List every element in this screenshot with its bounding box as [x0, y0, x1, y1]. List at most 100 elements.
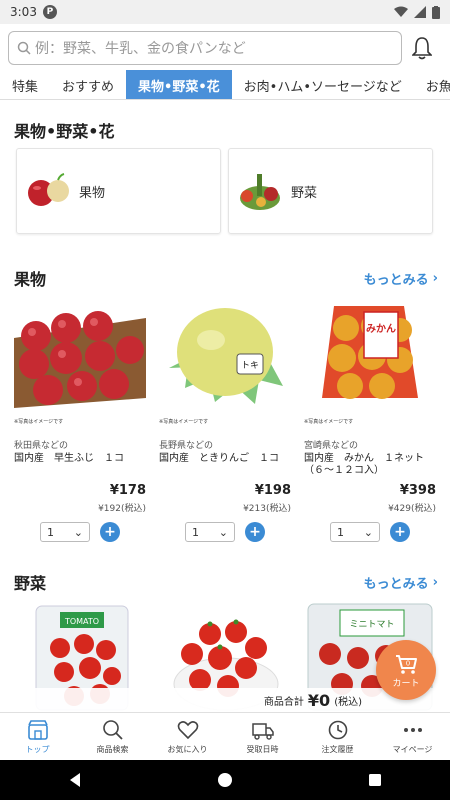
- cart-total-value: ¥0: [307, 690, 331, 710]
- product-price: ¥178: [109, 483, 146, 498]
- cart-icon: 0: [396, 654, 417, 674]
- search-icon: [17, 41, 31, 55]
- image-note: ※写真はイメージです: [304, 419, 354, 425]
- category-card-label: 野菜: [291, 185, 318, 201]
- quantity-value: 1: [47, 525, 54, 539]
- wifi-icon: [394, 6, 408, 17]
- search-row: 例：野菜、牛乳、金の食パンなど: [0, 30, 450, 66]
- quantity-select[interactable]: 1 ⌄: [185, 522, 235, 542]
- nav-label: 受取日時: [246, 744, 279, 754]
- notification-button[interactable]: [402, 36, 442, 60]
- recents-icon[interactable]: [367, 772, 383, 788]
- mikan-net-image: みかん: [322, 306, 418, 399]
- pack-tag-text: ミニトマト: [349, 620, 394, 630]
- nav-mypage[interactable]: マイページ: [375, 713, 450, 760]
- system-nav-bar: [0, 760, 450, 800]
- nav-top[interactable]: トップ: [0, 713, 75, 760]
- cart-button[interactable]: 0 カート: [376, 640, 436, 700]
- nav-favorites[interactable]: お気に入り: [150, 713, 225, 760]
- product-image: [14, 298, 146, 416]
- chevron-down-icon: ⌄: [218, 525, 228, 539]
- add-to-cart-button[interactable]: +: [100, 522, 120, 542]
- main-content: 果物•野菜•花 果物 野菜 果物 もっとみる › ※写真はイメージです 秋田県な…: [0, 100, 450, 712]
- product-price: ¥198: [254, 483, 291, 498]
- chevron-down-icon: ⌄: [73, 525, 83, 539]
- product-controls: 1 ⌄ +: [304, 522, 436, 542]
- product-image: みかん: [304, 298, 436, 416]
- nav-label: トップ: [25, 744, 50, 754]
- search-input[interactable]: 例：野菜、牛乳、金の食パンなど: [8, 31, 402, 65]
- signal-icon: [414, 6, 426, 18]
- bell-icon: [412, 37, 432, 60]
- search-placeholder: 例：野菜、牛乳、金の食パンなど: [35, 41, 246, 57]
- more-link-label: もっとみる: [363, 576, 429, 592]
- quantity-select[interactable]: 1 ⌄: [330, 522, 380, 542]
- product-controls: 1 ⌄ +: [14, 522, 146, 542]
- pack-tag-text: TOMATO: [64, 617, 99, 626]
- veg-section-title: 野菜: [14, 574, 47, 593]
- category-card-fruit[interactable]: 果物: [16, 148, 221, 234]
- nav-search[interactable]: 商品検索: [75, 713, 150, 760]
- add-to-cart-button[interactable]: +: [245, 522, 265, 542]
- product-price: ¥398: [399, 483, 436, 498]
- nav-label: マイページ: [392, 744, 433, 754]
- category-card-vegetables[interactable]: 野菜: [228, 148, 433, 234]
- product-price-tax: ¥192(税込): [98, 504, 146, 514]
- more-link-label: もっとみる: [363, 272, 429, 288]
- tab-fruit-veg-flowers[interactable]: 果物•野菜•花: [126, 70, 232, 99]
- product-name: 国内産 みかん １ネット（６～１２コ入）: [304, 453, 424, 476]
- vegetables-image: [240, 174, 280, 210]
- nav-label: 注文履歴: [321, 744, 354, 754]
- veg-more-link[interactable]: もっとみる ›: [364, 573, 438, 592]
- cart-tax-label: (税込): [334, 696, 362, 708]
- product-card[interactable]: みかん ※写真はイメージです 宮崎県などの 国内産 みかん １ネット（６～１２コ…: [304, 298, 436, 542]
- product-origin: 秋田県などの: [14, 441, 69, 451]
- clock: 3:03: [10, 5, 37, 19]
- apple-tag-text: トキ: [241, 361, 259, 371]
- nav-label: お気に入り: [167, 744, 208, 754]
- product-controls: 1 ⌄ +: [159, 522, 291, 542]
- nav-label: 商品検索: [96, 744, 129, 754]
- yellow-apple-image: トキ: [169, 308, 283, 404]
- page-title: 果物•野菜•花: [14, 122, 115, 141]
- product-card[interactable]: ※写真はイメージです 秋田県などの 国内産 早生ふじ １コ ¥178 ¥192(…: [14, 298, 146, 542]
- mikan-tag-text: みかん: [366, 323, 396, 335]
- veg-section-header: 野菜 もっとみる ›: [14, 570, 438, 594]
- search-icon: [102, 719, 123, 740]
- more-icon: [403, 727, 422, 732]
- truck-icon: [251, 722, 274, 740]
- product-image: トキ: [159, 298, 291, 416]
- quantity-value: 1: [337, 525, 344, 539]
- chevron-right-icon: ›: [432, 574, 438, 590]
- bottom-nav: トップ 商品検索 お気に入り 受取日時 注文履歴 マイページ: [0, 712, 450, 760]
- product-name: 国内産 早生ふじ １コ: [14, 453, 124, 464]
- chevron-down-icon: ⌄: [363, 525, 373, 539]
- image-note: ※写真はイメージです: [159, 419, 209, 425]
- battery-icon: [432, 5, 440, 19]
- fruit-section-header: 果物 もっとみる ›: [14, 266, 438, 290]
- nav-delivery[interactable]: 受取日時: [225, 713, 300, 760]
- chevron-right-icon: ›: [432, 270, 438, 286]
- add-to-cart-button[interactable]: +: [390, 522, 410, 542]
- nav-history[interactable]: 注文履歴: [300, 713, 375, 760]
- tab-recommended[interactable]: おすすめ: [50, 70, 126, 99]
- back-icon[interactable]: [67, 772, 83, 788]
- history-icon: [328, 720, 347, 739]
- svg-text:0: 0: [406, 659, 410, 667]
- category-tabs: 特集 おすすめ 果物•野菜•花 お肉•ハム•ソーセージなど お魚 惣: [0, 70, 450, 100]
- apples-basket-image: [14, 311, 146, 408]
- category-card-label: 果物: [79, 185, 106, 201]
- tab-fish[interactable]: お魚: [414, 70, 450, 99]
- product-origin: 長野県などの: [159, 441, 214, 451]
- fruit-more-link[interactable]: もっとみる ›: [364, 269, 438, 288]
- cart-total-label: 商品合計: [263, 696, 304, 708]
- status-bar: 3:03 P: [0, 0, 450, 24]
- home-circle-icon[interactable]: [217, 772, 233, 788]
- product-card[interactable]: トキ ※写真はイメージです 長野県などの 国内産 ときりんご １コ ¥198 ¥…: [159, 298, 291, 542]
- tab-meat[interactable]: お肉•ハム•ソーセージなど: [232, 70, 414, 99]
- product-price-tax: ¥429(税込): [388, 504, 436, 514]
- fruit-section-title: 果物: [14, 270, 47, 289]
- tab-featured[interactable]: 特集: [0, 70, 50, 99]
- quantity-select[interactable]: 1 ⌄: [40, 522, 90, 542]
- cart-button-label: カート: [392, 678, 420, 689]
